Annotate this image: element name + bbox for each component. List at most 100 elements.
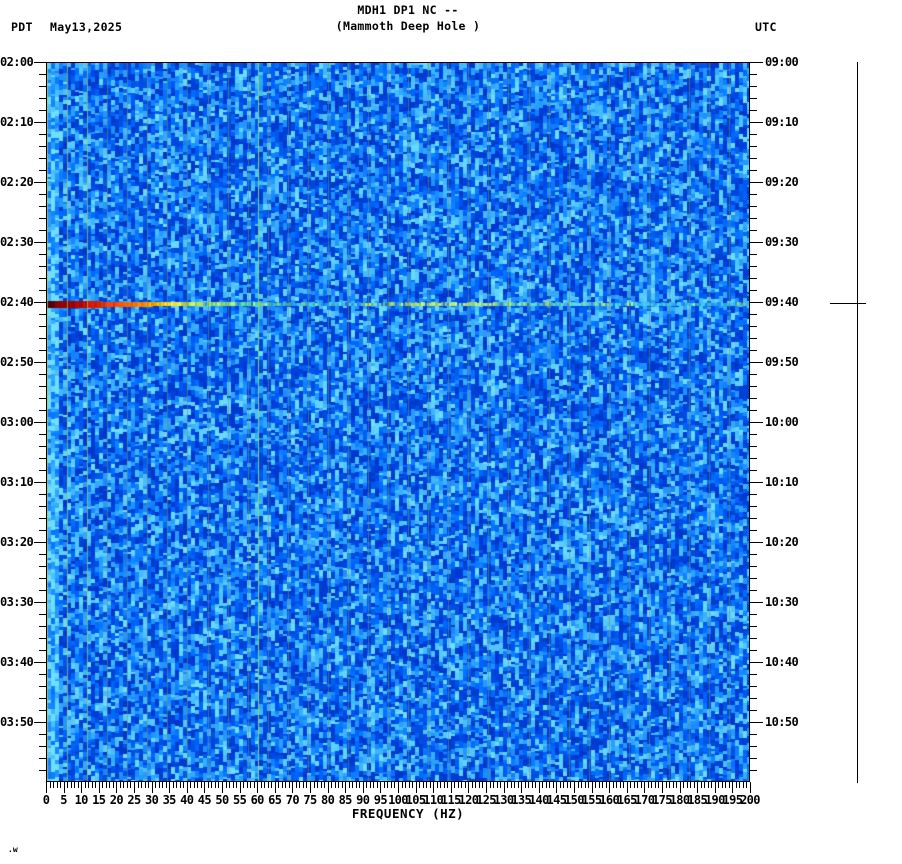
freq-axis-tick — [518, 782, 519, 788]
right-axis-tick — [750, 470, 757, 471]
freq-axis-tick — [138, 782, 139, 788]
freq-axis-tick — [218, 782, 219, 788]
freq-axis-tick — [204, 782, 205, 793]
freq-axis-tick — [507, 782, 508, 788]
freq-axis-tick — [155, 782, 156, 788]
freq-axis-tick — [81, 782, 82, 793]
freq-axis-tick — [377, 782, 378, 788]
freq-axis-tick — [176, 782, 177, 788]
freq-axis-tick — [648, 782, 649, 788]
freq-axis-tick — [405, 782, 406, 788]
right-axis-tick — [750, 194, 757, 195]
left-axis-tick — [39, 86, 46, 87]
left-axis-tick — [39, 146, 46, 147]
right-axis-tick — [750, 410, 757, 411]
freq-axis-tick — [282, 782, 283, 788]
header-titles: MDH1 DP1 NC -- (Mammoth Deep Hole ) — [46, 2, 770, 34]
right-axis-tick — [750, 302, 763, 303]
freq-axis-tick — [190, 782, 191, 788]
freq-axis-tick — [567, 782, 568, 788]
freq-axis-tick — [328, 782, 329, 793]
right-axis-tick — [750, 614, 757, 615]
freq-axis-tick — [236, 782, 237, 788]
freq-axis-tick — [750, 782, 751, 793]
left-axis-tick — [39, 206, 46, 207]
freq-axis-tick — [430, 782, 431, 788]
left-axis-tick — [39, 650, 46, 651]
corner-mark: .w — [8, 845, 18, 854]
freq-axis-tick — [109, 782, 110, 788]
right-axis-tick — [750, 530, 757, 531]
left-axis-label: 02:10 — [0, 116, 33, 129]
right-axis-tick — [750, 146, 757, 147]
freq-axis-tick — [500, 782, 501, 788]
left-axis-tick — [34, 542, 46, 543]
left-axis-tick — [34, 302, 46, 303]
right-axis-tick — [750, 518, 757, 519]
freq-axis-tick — [426, 782, 427, 788]
right-axis-tick — [750, 758, 757, 759]
left-axis-tick — [39, 614, 46, 615]
freq-axis-tick — [553, 782, 554, 788]
freq-axis-tick — [310, 782, 311, 793]
left-axis-tick — [39, 374, 46, 375]
right-axis-tick — [750, 374, 757, 375]
freq-axis-tick — [162, 782, 163, 788]
right-axis-tick — [750, 602, 763, 603]
freq-axis-tick — [391, 782, 392, 788]
right-axis-tick — [750, 722, 763, 723]
freq-axis-tick — [95, 782, 96, 788]
left-axis-label: 03:50 — [0, 716, 33, 729]
left-axis-tick — [39, 434, 46, 435]
freq-axis-tick — [123, 782, 124, 788]
freq-axis-tick — [324, 782, 325, 788]
freq-axis-tick — [102, 782, 103, 788]
freq-axis-tick — [504, 782, 505, 793]
freq-axis-tick — [440, 782, 441, 788]
left-axis-tick — [39, 398, 46, 399]
left-axis-label: 02:50 — [0, 356, 33, 369]
freq-axis-tick — [130, 782, 131, 788]
right-axis-label: 09:30 — [765, 236, 798, 249]
left-axis-tick — [39, 638, 46, 639]
freq-axis-tick — [514, 782, 515, 788]
freq-axis-tick — [78, 782, 79, 788]
left-axis-tick — [39, 254, 46, 255]
freq-axis-tick — [363, 782, 364, 793]
left-axis-tick — [39, 314, 46, 315]
right-axis-tick — [750, 638, 757, 639]
freq-axis-tick — [180, 782, 181, 788]
freq-axis-tick — [152, 782, 153, 793]
right-axis-tick — [750, 398, 757, 399]
freq-axis-tick — [609, 782, 610, 793]
left-axis-tick — [39, 458, 46, 459]
left-axis-tick — [34, 602, 46, 603]
freq-axis-tick — [285, 782, 286, 788]
timezone-left-label: PDT — [11, 20, 33, 34]
left-axis-tick — [39, 110, 46, 111]
right-axis-tick — [750, 74, 757, 75]
freq-axis-tick — [356, 782, 357, 788]
freq-axis-tick — [574, 782, 575, 793]
left-axis-label: 02:30 — [0, 236, 33, 249]
right-axis-tick — [750, 626, 757, 627]
freq-axis-tick — [292, 782, 293, 793]
right-axis-tick — [750, 590, 757, 591]
left-axis-tick — [39, 158, 46, 159]
right-axis-label: 10:10 — [765, 476, 798, 489]
freq-axis-tick — [444, 782, 445, 788]
page-subtitle: (Mammoth Deep Hole ) — [46, 18, 770, 34]
right-axis-tick — [750, 338, 757, 339]
freq-axis-tick — [454, 782, 455, 788]
freq-axis-tick — [595, 782, 596, 788]
right-axis-tick — [750, 350, 757, 351]
freq-axis-tick — [183, 782, 184, 788]
freq-axis-tick — [602, 782, 603, 788]
freq-axis-tick — [88, 782, 89, 788]
right-axis-tick — [750, 494, 757, 495]
freq-axis-tick — [722, 782, 723, 788]
freq-axis-tick — [412, 782, 413, 788]
freq-axis-tick — [556, 782, 557, 793]
freq-axis-tick — [317, 782, 318, 788]
left-axis-tick — [34, 62, 46, 63]
